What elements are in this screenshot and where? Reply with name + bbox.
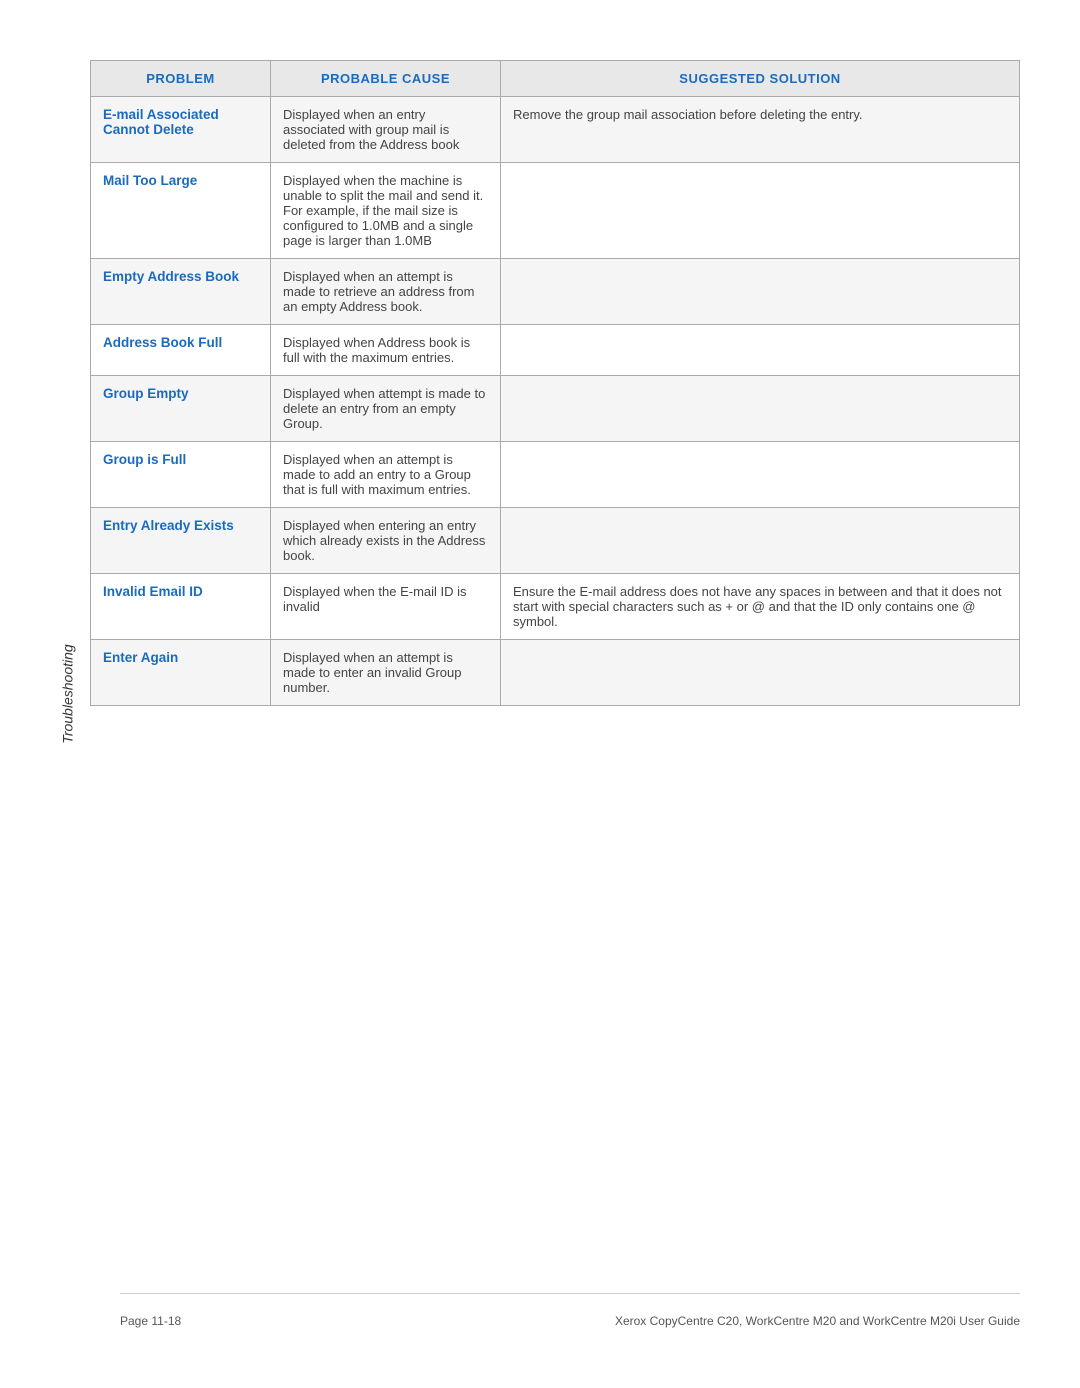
solution-cell xyxy=(501,376,1020,442)
cause-cell: Displayed when an attempt is made to add… xyxy=(271,442,501,508)
cause-cell: Displayed when the machine is unable to … xyxy=(271,163,501,259)
cause-cell: Displayed when an attempt is made to ret… xyxy=(271,259,501,325)
table-row: Group is FullDisplayed when an attempt i… xyxy=(91,442,1020,508)
problem-cell: Address Book Full xyxy=(91,325,271,376)
cause-cell: Displayed when an entry associated with … xyxy=(271,97,501,163)
solution-cell xyxy=(501,325,1020,376)
table-row: Address Book FullDisplayed when Address … xyxy=(91,325,1020,376)
problem-cell: Empty Address Book xyxy=(91,259,271,325)
problem-cell: Mail Too Large xyxy=(91,163,271,259)
table-row: Enter AgainDisplayed when an attempt is … xyxy=(91,640,1020,706)
guide-title: Xerox CopyCentre C20, WorkCentre M20 and… xyxy=(615,1314,1020,1328)
table-row: E-mail Associated Cannot DeleteDisplayed… xyxy=(91,97,1020,163)
solution-cell xyxy=(501,259,1020,325)
cause-cell: Displayed when an attempt is made to ent… xyxy=(271,640,501,706)
solution-cell xyxy=(501,640,1020,706)
cause-cell: Displayed when the E-mail ID is invalid xyxy=(271,574,501,640)
solution-cell xyxy=(501,508,1020,574)
page-footer: Page 11-18 Xerox CopyCentre C20, WorkCen… xyxy=(120,1293,1020,1328)
main-table: PROBLEM PROBABLE CAUSE SUGGESTED SOLUTIO… xyxy=(90,60,1020,706)
header-cause: PROBABLE CAUSE xyxy=(271,61,501,97)
header-solution: SUGGESTED SOLUTION xyxy=(501,61,1020,97)
cause-cell: Displayed when Address book is full with… xyxy=(271,325,501,376)
problem-cell: E-mail Associated Cannot Delete xyxy=(91,97,271,163)
header-problem: PROBLEM xyxy=(91,61,271,97)
content-area: PROBLEM PROBABLE CAUSE SUGGESTED SOLUTIO… xyxy=(90,40,1020,1328)
page-number: Page 11-18 xyxy=(120,1314,181,1328)
solution-cell xyxy=(501,163,1020,259)
table-row: Group EmptyDisplayed when attempt is mad… xyxy=(91,376,1020,442)
problem-cell: Group is Full xyxy=(91,442,271,508)
sidebar-label: Troubleshooting xyxy=(60,644,76,743)
table-header-row: PROBLEM PROBABLE CAUSE SUGGESTED SOLUTIO… xyxy=(91,61,1020,97)
table-row: Empty Address BookDisplayed when an atte… xyxy=(91,259,1020,325)
problem-cell: Invalid Email ID xyxy=(91,574,271,640)
solution-cell xyxy=(501,442,1020,508)
cause-cell: Displayed when entering an entry which a… xyxy=(271,508,501,574)
cause-cell: Displayed when attempt is made to delete… xyxy=(271,376,501,442)
table-row: Entry Already ExistsDisplayed when enter… xyxy=(91,508,1020,574)
page-container: Troubleshooting PROBLEM PROBABLE CAUSE S… xyxy=(0,0,1080,1388)
problem-cell: Enter Again xyxy=(91,640,271,706)
solution-cell: Remove the group mail association before… xyxy=(501,97,1020,163)
problem-cell: Group Empty xyxy=(91,376,271,442)
table-row: Mail Too LargeDisplayed when the machine… xyxy=(91,163,1020,259)
solution-cell: Ensure the E-mail address does not have … xyxy=(501,574,1020,640)
table-row: Invalid Email IDDisplayed when the E-mai… xyxy=(91,574,1020,640)
problem-cell: Entry Already Exists xyxy=(91,508,271,574)
